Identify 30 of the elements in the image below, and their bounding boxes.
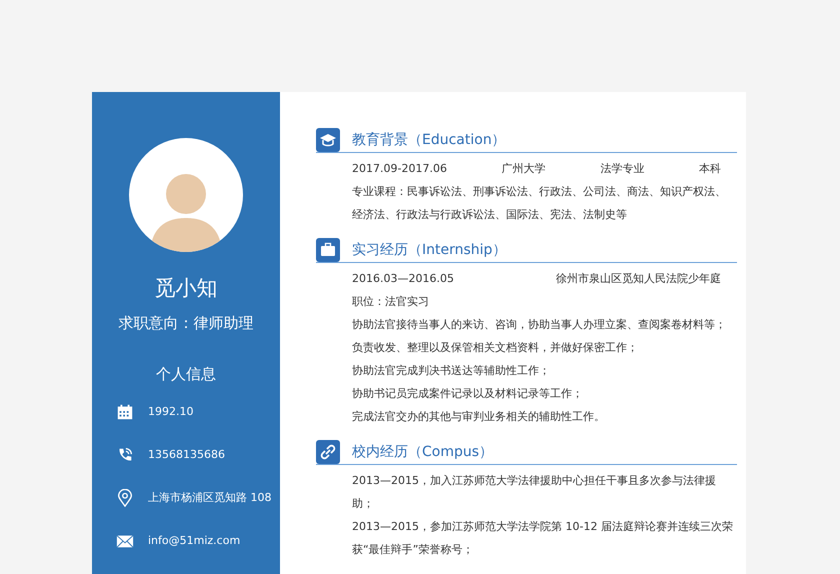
entry-text: 负责收发、整理以及保管相关文档资料，并做好保密工作；	[352, 340, 639, 356]
entry-field: 广州大学	[502, 157, 546, 180]
location-pin-icon	[116, 488, 134, 506]
entry-text: 完成法官交办的其他与审判业务相关的辅助性工作。	[352, 409, 606, 425]
entry-text: 专业课程：民事诉讼法、刑事诉讼法、行政法、公司法、商法、知识产权法、经济法、行政法与行政诉讼法、国际法、宪法、法制史等	[352, 184, 727, 223]
info-text: 13568135686	[148, 448, 225, 461]
entry-field: 2017.09-2017.06	[352, 157, 447, 180]
info-text: 上海市杨浦区觅知路 108	[148, 490, 272, 505]
entry-text: 协助法官接待当事人的来访、咨询，协助当事人办理立案、查阅案卷材料等；	[352, 317, 727, 333]
graduation-cap-icon	[316, 128, 340, 152]
entry-text: 协助法官完成判决书送达等辅助性工作；	[352, 363, 551, 379]
briefcase-icon	[316, 238, 340, 262]
job-objective: 求职意向：律师助理	[118, 314, 254, 333]
person-name: 觅小知	[154, 275, 218, 302]
entry-field: 本科	[698, 157, 721, 180]
section-title: 教育背景（Education）	[352, 131, 506, 149]
link-icon	[316, 440, 340, 464]
entry-text: 2013—2015，加入江苏师范大学法律援助中心担任干事且多次参与法律援助；	[352, 473, 717, 512]
section-title: 实习经历（Internship）	[352, 241, 506, 259]
entry-field: 徐州市泉山区觅知人民法院少年庭	[556, 267, 721, 290]
section-title: 校内经历（Compus）	[352, 443, 494, 461]
info-text: info@51miz.com	[148, 534, 240, 547]
calendar-icon	[116, 402, 134, 420]
entry-field: 法学专业	[600, 157, 644, 180]
info-text: 1992.10	[148, 405, 194, 418]
info-heading: 个人信息	[156, 365, 216, 384]
entry-text: 职位：法官实习	[352, 294, 430, 310]
entry-field: 2016.03—2016.05	[352, 267, 454, 290]
entry-text: 协助书记员完成案件记录以及材料记录等工作；	[352, 386, 584, 402]
entry-text: 2013—2015，参加江苏师范大学法学院第 10-12 届法庭辩论赛并连续三次荣获“最佳辩手”荣誉称号；	[352, 519, 734, 558]
